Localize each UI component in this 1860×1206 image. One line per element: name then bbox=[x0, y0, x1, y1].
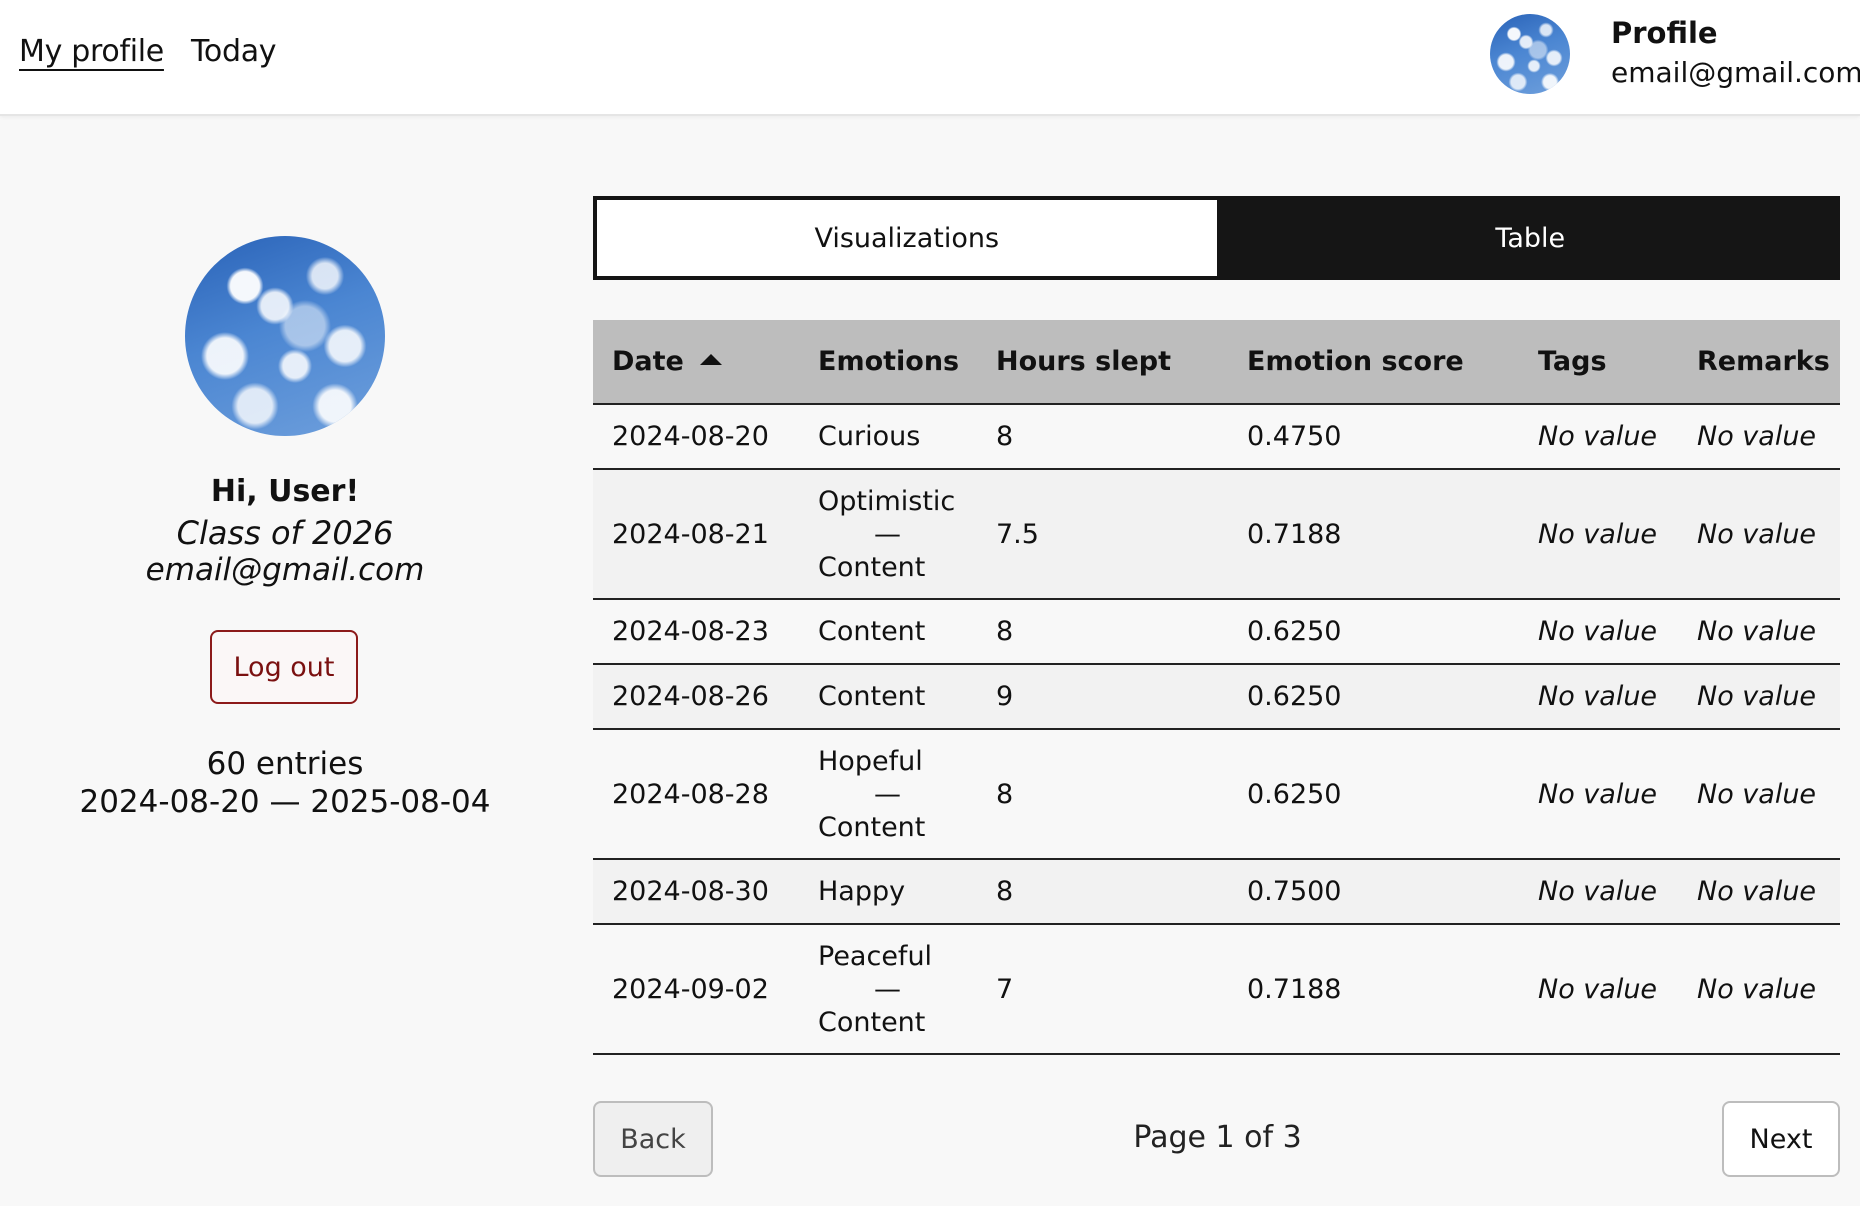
cell-score: 0.6250 bbox=[1228, 599, 1519, 665]
entries-count: 60 entries bbox=[206, 746, 364, 782]
cell-emotions: Peaceful — Content bbox=[799, 924, 977, 1055]
cell-date: 2024-08-28 bbox=[593, 729, 799, 860]
emotion-primary: Hopeful bbox=[818, 745, 923, 777]
tab-table[interactable]: Table bbox=[1221, 196, 1841, 280]
cell-score: 0.4750 bbox=[1228, 404, 1519, 470]
table-row: 2024-08-26 Content 9 0.6250 No value No … bbox=[593, 664, 1840, 730]
greeting-text: Hi, User! bbox=[210, 474, 360, 509]
cell-tags: No value bbox=[1519, 664, 1678, 730]
emotion-separator: — bbox=[874, 973, 901, 1005]
cell-date: 2024-08-30 bbox=[593, 859, 799, 925]
cell-date: 2024-08-23 bbox=[593, 599, 799, 665]
nav-my-profile-link[interactable]: My profile bbox=[19, 34, 164, 69]
top-navigation-bar: My profile Today Profile email@gmail.com bbox=[0, 0, 1860, 116]
cell-hours: 9 bbox=[977, 664, 1228, 730]
next-button[interactable]: Next bbox=[1722, 1101, 1840, 1177]
cell-score: 0.7500 bbox=[1228, 859, 1519, 925]
tab-visualizations[interactable]: Visualizations bbox=[597, 200, 1217, 276]
table-row: 2024-08-30 Happy 8 0.7500 No value No va… bbox=[593, 859, 1840, 925]
table-row: 2024-08-21 Optimistic — Content 7.5 0.71… bbox=[593, 469, 1840, 600]
cell-hours: 8 bbox=[977, 859, 1228, 925]
cell-hours: 8 bbox=[977, 599, 1228, 665]
cell-hours: 7 bbox=[977, 924, 1228, 1055]
profile-email-text: email@gmail.com bbox=[145, 552, 425, 588]
header-date-label: Date bbox=[612, 346, 684, 377]
cell-emotions: Hopeful — Content bbox=[799, 729, 977, 860]
table-row: 2024-08-20 Curious 8 0.4750 No value No … bbox=[593, 404, 1840, 470]
back-button[interactable]: Back bbox=[593, 1101, 713, 1177]
cell-tags: No value bbox=[1519, 469, 1678, 600]
cell-tags: No value bbox=[1519, 729, 1678, 860]
header-tags[interactable]: Tags bbox=[1519, 320, 1678, 405]
table-row: 2024-08-23 Content 8 0.6250 No value No … bbox=[593, 599, 1840, 665]
header-date[interactable]: Date bbox=[593, 320, 799, 405]
emotion-secondary: Content bbox=[818, 551, 926, 583]
cell-date: 2024-08-26 bbox=[593, 664, 799, 730]
top-profile-label[interactable]: Profile bbox=[1611, 16, 1718, 50]
table-header-row: Date Emotions Hours slept Emotion score … bbox=[593, 320, 1840, 405]
page-indicator: Page 1 of 3 bbox=[1133, 1120, 1302, 1155]
cell-hours: 7.5 bbox=[977, 469, 1228, 600]
entries-table: Date Emotions Hours slept Emotion score … bbox=[593, 320, 1840, 1055]
top-avatar-image[interactable] bbox=[1490, 14, 1570, 94]
top-profile-email: email@gmail.com bbox=[1611, 56, 1860, 89]
header-emotion-score[interactable]: Emotion score bbox=[1228, 320, 1519, 405]
cell-emotions: Curious bbox=[799, 404, 977, 470]
profile-avatar-image bbox=[185, 236, 385, 436]
cell-emotions: Happy bbox=[799, 859, 977, 925]
cell-remarks: No value bbox=[1678, 664, 1840, 730]
cell-tags: No value bbox=[1519, 599, 1678, 665]
header-hours-slept[interactable]: Hours slept bbox=[977, 320, 1228, 405]
header-remarks[interactable]: Remarks bbox=[1678, 320, 1840, 405]
cell-hours: 8 bbox=[977, 404, 1228, 470]
sort-ascending-icon[interactable] bbox=[699, 354, 722, 365]
cell-score: 0.7188 bbox=[1228, 469, 1519, 600]
logout-button[interactable]: Log out bbox=[210, 630, 358, 704]
class-year-text: Class of 2026 bbox=[176, 514, 394, 552]
cell-score: 0.6250 bbox=[1228, 729, 1519, 860]
cell-remarks: No value bbox=[1678, 924, 1840, 1055]
nav-today-link[interactable]: Today bbox=[191, 34, 277, 69]
cell-emotions: Optimistic — Content bbox=[799, 469, 977, 600]
emotion-separator: — bbox=[874, 778, 901, 810]
cell-score: 0.7188 bbox=[1228, 924, 1519, 1055]
cell-date: 2024-08-20 bbox=[593, 404, 799, 470]
cell-tags: No value bbox=[1519, 924, 1678, 1055]
cell-remarks: No value bbox=[1678, 404, 1840, 470]
cell-remarks: No value bbox=[1678, 859, 1840, 925]
cell-remarks: No value bbox=[1678, 729, 1840, 860]
emotion-secondary: Content bbox=[818, 811, 926, 843]
emotion-primary: Peaceful bbox=[818, 940, 933, 972]
table-row: 2024-08-28 Hopeful — Content 8 0.6250 No… bbox=[593, 729, 1840, 860]
emotion-primary: Optimistic bbox=[818, 485, 956, 517]
table-row: 2024-09-02 Peaceful — Content 7 0.7188 N… bbox=[593, 924, 1840, 1055]
cell-remarks: No value bbox=[1678, 599, 1840, 665]
cell-emotions: Content bbox=[799, 664, 977, 730]
cell-hours: 8 bbox=[977, 729, 1228, 860]
emotion-secondary: Content bbox=[818, 1006, 926, 1038]
cell-tags: No value bbox=[1519, 404, 1678, 470]
cell-remarks: No value bbox=[1678, 469, 1840, 600]
cell-date: 2024-08-21 bbox=[593, 469, 799, 600]
cell-emotions: Content bbox=[799, 599, 977, 665]
cell-score: 0.6250 bbox=[1228, 664, 1519, 730]
header-emotions[interactable]: Emotions bbox=[799, 320, 977, 405]
view-tabs: Visualizations Table bbox=[593, 196, 1840, 280]
emotion-separator: — bbox=[874, 518, 901, 550]
cell-date: 2024-09-02 bbox=[593, 924, 799, 1055]
date-range-text: 2024-08-20 — 2025-08-04 bbox=[79, 784, 491, 820]
cell-tags: No value bbox=[1519, 859, 1678, 925]
